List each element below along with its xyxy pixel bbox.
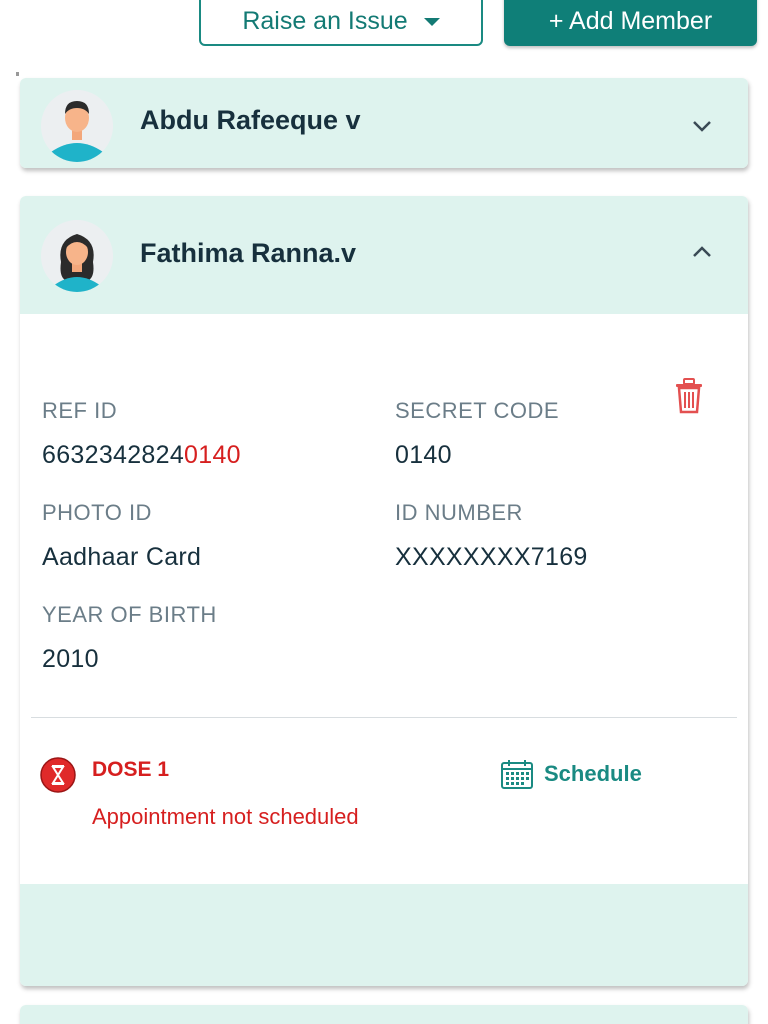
schedule-button[interactable]: Schedule	[500, 758, 642, 790]
member-details: REF ID 66323428240140 SECRET CODE 0140 P…	[20, 314, 748, 884]
ref-id-label: REF ID	[42, 398, 118, 423]
id-number-value: XXXXXXXX7169	[395, 543, 588, 571]
calendar-icon	[501, 760, 533, 789]
member-card: Abdu Rafeeque v	[20, 78, 748, 168]
male-avatar-icon	[41, 90, 113, 162]
photo-id-label: PHOTO ID	[42, 500, 152, 525]
divider	[31, 717, 737, 718]
raise-issue-button[interactable]: Raise an Issue	[199, 0, 483, 46]
photo-id-value: Aadhaar Card	[42, 543, 202, 571]
dose-status: Appointment not scheduled	[92, 804, 359, 829]
member-card-footer	[20, 884, 748, 986]
member-name: Fathima Ranna.v	[140, 238, 357, 268]
scroll-marker	[16, 72, 19, 76]
top-action-bar: Raise an Issue + Add Member	[0, 0, 768, 60]
hourglass-icon	[40, 757, 76, 793]
secret-code-label: SECRET CODE	[395, 398, 560, 423]
member-card-header[interactable]: Fathima Ranna.v	[20, 196, 748, 314]
raise-issue-label: Raise an Issue	[242, 6, 408, 35]
year-of-birth-label: YEAR OF BIRTH	[42, 602, 217, 627]
dose-label: DOSE 1	[92, 758, 170, 781]
ref-id-suffix: 0140	[184, 441, 241, 469]
chevron-down-icon[interactable]	[692, 116, 712, 136]
member-name: Abdu Rafeeque v	[140, 105, 361, 135]
chevron-up-icon[interactable]	[692, 242, 712, 262]
member-card	[20, 1005, 748, 1024]
secret-code-value: 0140	[395, 441, 452, 469]
add-member-button[interactable]: + Add Member	[504, 0, 757, 46]
member-card-header[interactable]: Abdu Rafeeque v	[20, 78, 748, 168]
add-member-label: + Add Member	[548, 6, 713, 35]
delete-trash-icon[interactable]	[672, 378, 706, 414]
female-avatar-icon	[41, 220, 113, 292]
year-of-birth-value: 2010	[42, 645, 99, 673]
member-card-header[interactable]	[20, 1005, 748, 1024]
id-number-label: ID NUMBER	[395, 500, 523, 525]
ref-id-value: 66323428240140	[42, 441, 241, 470]
ref-id-prefix: 6632342824	[42, 441, 185, 469]
member-card: Fathima Ranna.v REF ID 66323428240140 SE…	[20, 196, 748, 986]
schedule-label: Schedule	[544, 761, 642, 786]
caret-down-icon	[423, 18, 440, 26]
